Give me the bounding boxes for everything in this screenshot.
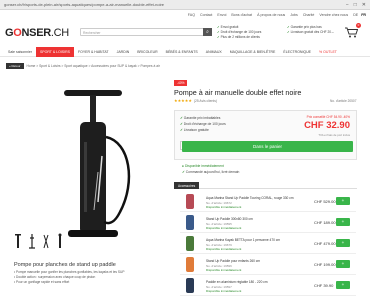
thumbnail[interactable] [14, 233, 22, 249]
accessory-name[interactable]: Aqua Marina Kayak BETTA pour 1 personne … [206, 238, 316, 242]
topnav-contact[interactable]: Contact [200, 13, 212, 17]
category-nav: Sale saisonnier SPORT & LOISIRS FOYER & HA… [0, 46, 370, 57]
rating-count: (25 Avis clients) [193, 99, 217, 103]
topnav-faq[interactable]: FAQ [188, 13, 195, 17]
accessory-stock: Disponible immédiatement [206, 247, 242, 251]
topnav-jobs[interactable]: Jobs [290, 13, 298, 17]
feature-item: ✓Livraison gratuite [180, 128, 209, 132]
discount-badge: -40% [174, 80, 188, 86]
accessory-price: CHF 479.00 [314, 241, 336, 246]
rating-stars: ★★★★★ [174, 98, 192, 103]
topnav-sell[interactable]: Vendre chez nous [319, 13, 348, 17]
accessory-row[interactable]: Aqua Marina Kayak BETTA pour 1 personne … [180, 234, 356, 254]
thumbnail[interactable] [56, 233, 64, 249]
accessory-row[interactable]: Paddle en aluminium réglable 180 - 220 c… [180, 276, 356, 296]
back-button[interactable]: « Retour [6, 63, 24, 69]
accessory-add-button[interactable]: + [336, 260, 350, 268]
accessory-stock: Disponible immédiatement [206, 205, 242, 209]
cart-count: 0 [356, 23, 361, 28]
product-image[interactable] [40, 82, 150, 242]
language-switch: DE FR [353, 13, 366, 17]
lang-de[interactable]: DE [353, 13, 358, 17]
top-nav: FAQ Contact Envoi Bons d'achat À propos … [0, 10, 370, 20]
category-item[interactable]: MAQUILLAGE & BIEN-ÊTRE [226, 47, 280, 57]
browser-bar: gonser.ch/fr/sports-de-plein-air/sports-… [0, 0, 370, 10]
purchase-box: ✓Garantie prix imbattables ✓Droit d'écha… [174, 110, 357, 160]
article-number: No. d'article 20507 [330, 99, 357, 103]
description-bullet: • Pour un gonflage rapide et sans effort [14, 280, 70, 284]
cart-button[interactable]: 0 [345, 23, 361, 38]
accessory-name[interactable]: Aqua Marina Stand Up Paddle Touring CORA… [206, 196, 316, 200]
address-bar[interactable]: gonser.ch/fr/sports-de-plein-air/sports-… [4, 2, 346, 7]
cart-icon [345, 27, 359, 38]
thumbnail[interactable] [42, 233, 50, 249]
accessories-tabs: Accessoires [174, 182, 357, 189]
category-item[interactable]: BÉBÉS & ENFANTS [162, 47, 202, 57]
accessory-image[interactable] [186, 236, 194, 251]
accessory-image[interactable] [186, 215, 194, 230]
accessory-row[interactable]: Aqua Marina Stand Up Paddle Touring CORA… [180, 192, 356, 212]
category-item[interactable]: SPORT & LOISIRS [35, 46, 74, 57]
product-title: Pompe à air manuelle double effet noire [174, 88, 302, 97]
accessory-image[interactable] [186, 257, 194, 272]
accessory-add-button[interactable]: + [336, 281, 350, 289]
accessory-name[interactable]: Paddle en aluminium réglable 180 - 220 c… [206, 280, 316, 284]
search-icon[interactable]: ⌕ [203, 28, 212, 36]
topnav-vouchers[interactable]: Bons d'achat [231, 13, 252, 17]
topnav-about[interactable]: À propos de nous [257, 13, 285, 17]
search-input[interactable]: Rechercher ⌕ [80, 28, 212, 36]
accessory-image[interactable] [186, 194, 194, 209]
accessory-stock: Disponible immédiatement [206, 268, 242, 272]
feature-item: ✓Garantie prix imbattables [180, 116, 221, 120]
accessory-row[interactable]: Stand Up Paddle pour enfants 260 cm No. d… [180, 255, 356, 275]
accessory-name[interactable]: Stand Up Paddle pour enfants 260 cm [206, 259, 316, 263]
close-icon[interactable]: ✕ [362, 2, 366, 8]
breadcrumb-path[interactable]: Home > Sport & Loisirs > Sport aquatique… [27, 64, 160, 68]
topnav-charity[interactable]: Charité [303, 13, 315, 17]
usp-list-right: ✓Garantie prix plus bas ✓Livraison gratu… [287, 25, 334, 34]
stock-status: ●Disponible immédiatement [182, 164, 224, 168]
thumbnail-strip [14, 233, 64, 249]
usp-list-left: ✓Envoi gratuit ✓Droit d'échange de 100 j… [217, 25, 262, 39]
lang-fr[interactable]: FR [361, 13, 366, 17]
accessory-add-button[interactable]: + [336, 218, 350, 226]
add-to-cart-button[interactable]: Dans le panier [182, 141, 353, 152]
thumbnail[interactable] [28, 233, 36, 249]
feature-item: ✓Droit d'échange de 100 jours [180, 122, 226, 126]
price: CHF 32.90 [304, 120, 350, 131]
accessory-name[interactable]: Stand Up Paddle 300x80 300 cm [206, 217, 316, 221]
description-title: Pompe pour planches de stand up paddle [14, 262, 116, 268]
rating[interactable]: ★★★★★ (25 Avis clients) [174, 98, 217, 103]
category-item[interactable]: % OUTLET [315, 47, 341, 57]
accessory-price: CHF 39.90 [314, 283, 334, 288]
header: GONSER.CH Rechercher ⌕ ✓Envoi gratuit ✓D… [0, 21, 370, 43]
category-item[interactable]: Sale saisonnier [4, 47, 36, 57]
accessory-image[interactable] [186, 278, 194, 293]
category-item[interactable]: FOYER & HABITAT [74, 47, 113, 57]
maximize-icon[interactable]: □ [354, 2, 357, 8]
description-bullet: • Pompe manuelle pour gonfler les planch… [14, 270, 125, 274]
breadcrumb: « Retour Home > Sport & Loisirs > Sport … [0, 62, 370, 70]
accessory-price: CHF 199.00 [314, 262, 336, 267]
accessory-price: CHF 189.00 [314, 220, 336, 225]
accessory-add-button[interactable]: + [336, 197, 350, 205]
price-note: TVA et frais de port inclus [318, 133, 350, 137]
logo[interactable]: GONSER.CH [5, 27, 69, 39]
tab-accessories[interactable]: Accessoires [174, 182, 200, 189]
description-bullet: • Double action : surpression avec chaqu… [14, 275, 96, 279]
minimize-icon[interactable]: − [346, 2, 349, 8]
category-item[interactable]: JARDIN [113, 47, 134, 57]
shipping-info: ✓Commandé aujourd'hui, livré demain [182, 170, 240, 174]
window-controls: − □ ✕ [346, 2, 366, 8]
accessory-row[interactable]: Stand Up Paddle 300x80 300 cm No. d'artic… [180, 213, 356, 233]
old-price: Prix conseillé CHF 54.90 -40% [306, 115, 350, 119]
accessory-add-button[interactable]: + [336, 239, 350, 247]
accessory-stock: Disponible immédiatement [206, 226, 242, 230]
topnav-shipping[interactable]: Envoi [217, 13, 226, 17]
accessory-price: CHF 529.00 [314, 199, 336, 204]
category-item[interactable]: BRICOLEUR [133, 47, 161, 57]
category-item[interactable]: ÉLECTRONIQUE [279, 47, 315, 57]
category-item[interactable]: ANIMAUX [202, 47, 226, 57]
